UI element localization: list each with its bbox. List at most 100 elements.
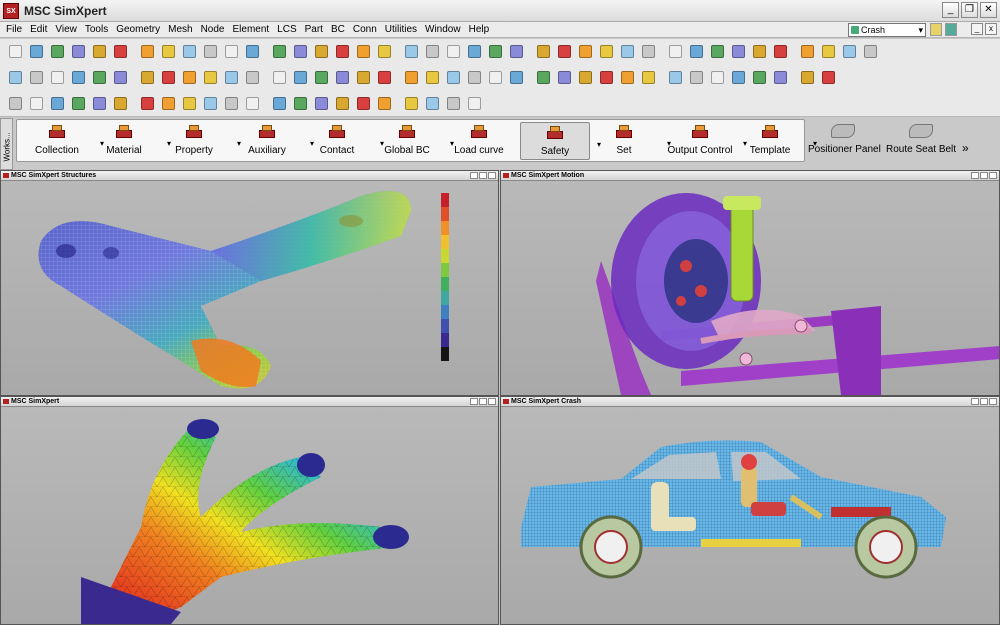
mesh-icon[interactable] bbox=[138, 68, 157, 87]
cube-icon[interactable] bbox=[423, 68, 442, 87]
maximize-button[interactable] bbox=[980, 172, 988, 179]
cube-icon[interactable] bbox=[69, 68, 88, 87]
mesh-icon[interactable] bbox=[576, 42, 595, 61]
view-icon[interactable] bbox=[402, 68, 421, 87]
rotate-icon[interactable] bbox=[666, 68, 685, 87]
menu-item-bc[interactable]: BC bbox=[331, 24, 345, 35]
menu-item-node[interactable]: Node bbox=[201, 24, 225, 35]
collection-button[interactable]: Collection ▾ bbox=[22, 122, 104, 160]
element-icon[interactable] bbox=[534, 68, 553, 87]
view-icon[interactable] bbox=[486, 42, 505, 61]
workspace-icon[interactable] bbox=[930, 23, 942, 36]
viewport-manifold[interactable]: MSC SimXpert bbox=[0, 396, 499, 625]
grid-icon[interactable] bbox=[222, 68, 241, 87]
filter-icon[interactable] bbox=[687, 42, 706, 61]
viewport-crash[interactable]: MSC SimXpert Crash bbox=[500, 396, 1000, 625]
close-button[interactable] bbox=[488, 172, 496, 179]
filter-icon[interactable] bbox=[597, 68, 616, 87]
sphere-icon[interactable] bbox=[402, 94, 421, 113]
template-button[interactable]: Template ▾ bbox=[735, 122, 817, 160]
safety-button[interactable]: Safety ▾ bbox=[520, 122, 601, 160]
sphere-icon[interactable] bbox=[555, 42, 574, 61]
box-icon[interactable] bbox=[375, 94, 394, 113]
select-icon[interactable] bbox=[6, 42, 25, 61]
minimize-button[interactable] bbox=[971, 172, 979, 179]
fit-icon[interactable] bbox=[375, 68, 394, 87]
select-icon[interactable] bbox=[270, 68, 289, 87]
select-icon[interactable] bbox=[354, 42, 373, 61]
workspace-tab[interactable]: Works... bbox=[0, 118, 13, 170]
close-button[interactable] bbox=[989, 172, 997, 179]
property-button[interactable]: Property ▾ bbox=[159, 122, 241, 160]
filter-icon[interactable] bbox=[333, 42, 352, 61]
element-icon[interactable] bbox=[465, 94, 484, 113]
move-icon[interactable] bbox=[729, 42, 748, 61]
zoom-icon[interactable] bbox=[423, 42, 442, 61]
fit-icon[interactable] bbox=[111, 42, 130, 61]
pan-icon[interactable] bbox=[444, 42, 463, 61]
element-icon[interactable] bbox=[270, 42, 289, 61]
sphere-icon[interactable] bbox=[819, 68, 838, 87]
close-button[interactable]: ✕ bbox=[980, 2, 997, 18]
maximize-button[interactable] bbox=[980, 398, 988, 405]
mesh-icon[interactable] bbox=[486, 68, 505, 87]
fit-icon[interactable] bbox=[27, 68, 46, 87]
minimize-button[interactable]: _ bbox=[971, 23, 983, 35]
pan-icon[interactable] bbox=[90, 42, 109, 61]
select-icon[interactable] bbox=[708, 42, 727, 61]
pan-icon[interactable] bbox=[798, 42, 817, 61]
filter-icon[interactable] bbox=[243, 68, 262, 87]
mesh-icon[interactable] bbox=[222, 42, 241, 61]
grid-icon[interactable] bbox=[666, 42, 685, 61]
box-icon[interactable] bbox=[27, 94, 46, 113]
menu-item-conn[interactable]: Conn bbox=[353, 24, 377, 35]
pan-icon[interactable] bbox=[708, 68, 727, 87]
menu-item-edit[interactable]: Edit bbox=[30, 24, 47, 35]
cube-icon[interactable] bbox=[507, 42, 526, 61]
maximize-button[interactable]: ❐ bbox=[961, 2, 978, 18]
select-icon[interactable] bbox=[618, 68, 637, 87]
zoom-icon[interactable] bbox=[687, 68, 706, 87]
fit-icon[interactable] bbox=[465, 42, 484, 61]
sphere-icon[interactable] bbox=[48, 94, 67, 113]
box-icon[interactable] bbox=[180, 42, 199, 61]
node-icon[interactable] bbox=[507, 68, 526, 87]
viewport-motion[interactable]: MSC SimXpert Motion bbox=[500, 170, 1000, 396]
mesh-icon[interactable] bbox=[69, 94, 88, 113]
rotate-icon[interactable] bbox=[48, 42, 67, 61]
material-button[interactable]: Material ▾ bbox=[89, 122, 171, 160]
viewport-structures[interactable]: MSC SimXpert Structures bbox=[0, 170, 499, 396]
cube-icon[interactable] bbox=[6, 94, 25, 113]
zoom-icon[interactable] bbox=[69, 42, 88, 61]
box-icon[interactable] bbox=[90, 68, 109, 87]
sphere-icon[interactable] bbox=[201, 42, 220, 61]
route-seat-belt-button[interactable]: Route Seat Belt bbox=[886, 124, 956, 155]
node-icon[interactable] bbox=[444, 94, 463, 113]
zoom-icon[interactable] bbox=[771, 42, 790, 61]
minimize-button[interactable] bbox=[971, 398, 979, 405]
pan-icon[interactable] bbox=[291, 94, 310, 113]
minimize-button[interactable] bbox=[470, 398, 478, 405]
node-icon[interactable] bbox=[597, 42, 616, 61]
sphere-icon[interactable] bbox=[111, 68, 130, 87]
fit-icon[interactable] bbox=[819, 42, 838, 61]
minimize-button[interactable] bbox=[470, 172, 478, 179]
mesh-icon[interactable] bbox=[423, 94, 442, 113]
element-icon[interactable] bbox=[618, 42, 637, 61]
menu-item-element[interactable]: Element bbox=[232, 24, 269, 35]
grid-icon[interactable] bbox=[312, 42, 331, 61]
move-icon[interactable] bbox=[27, 42, 46, 61]
cube-icon[interactable] bbox=[354, 94, 373, 113]
cube-icon[interactable] bbox=[159, 42, 178, 61]
element-icon[interactable] bbox=[180, 68, 199, 87]
menu-item-file[interactable]: File bbox=[6, 24, 22, 35]
maximize-button[interactable] bbox=[479, 398, 487, 405]
menu-item-part[interactable]: Part bbox=[305, 24, 323, 35]
maximize-button[interactable] bbox=[479, 172, 487, 179]
zoom-icon[interactable] bbox=[333, 68, 352, 87]
grid-icon[interactable] bbox=[576, 68, 595, 87]
contact-button[interactable]: Contact ▾ bbox=[302, 122, 384, 160]
rotate-icon[interactable] bbox=[750, 42, 769, 61]
rotate-icon[interactable] bbox=[312, 68, 331, 87]
axis-icon[interactable] bbox=[555, 68, 574, 87]
